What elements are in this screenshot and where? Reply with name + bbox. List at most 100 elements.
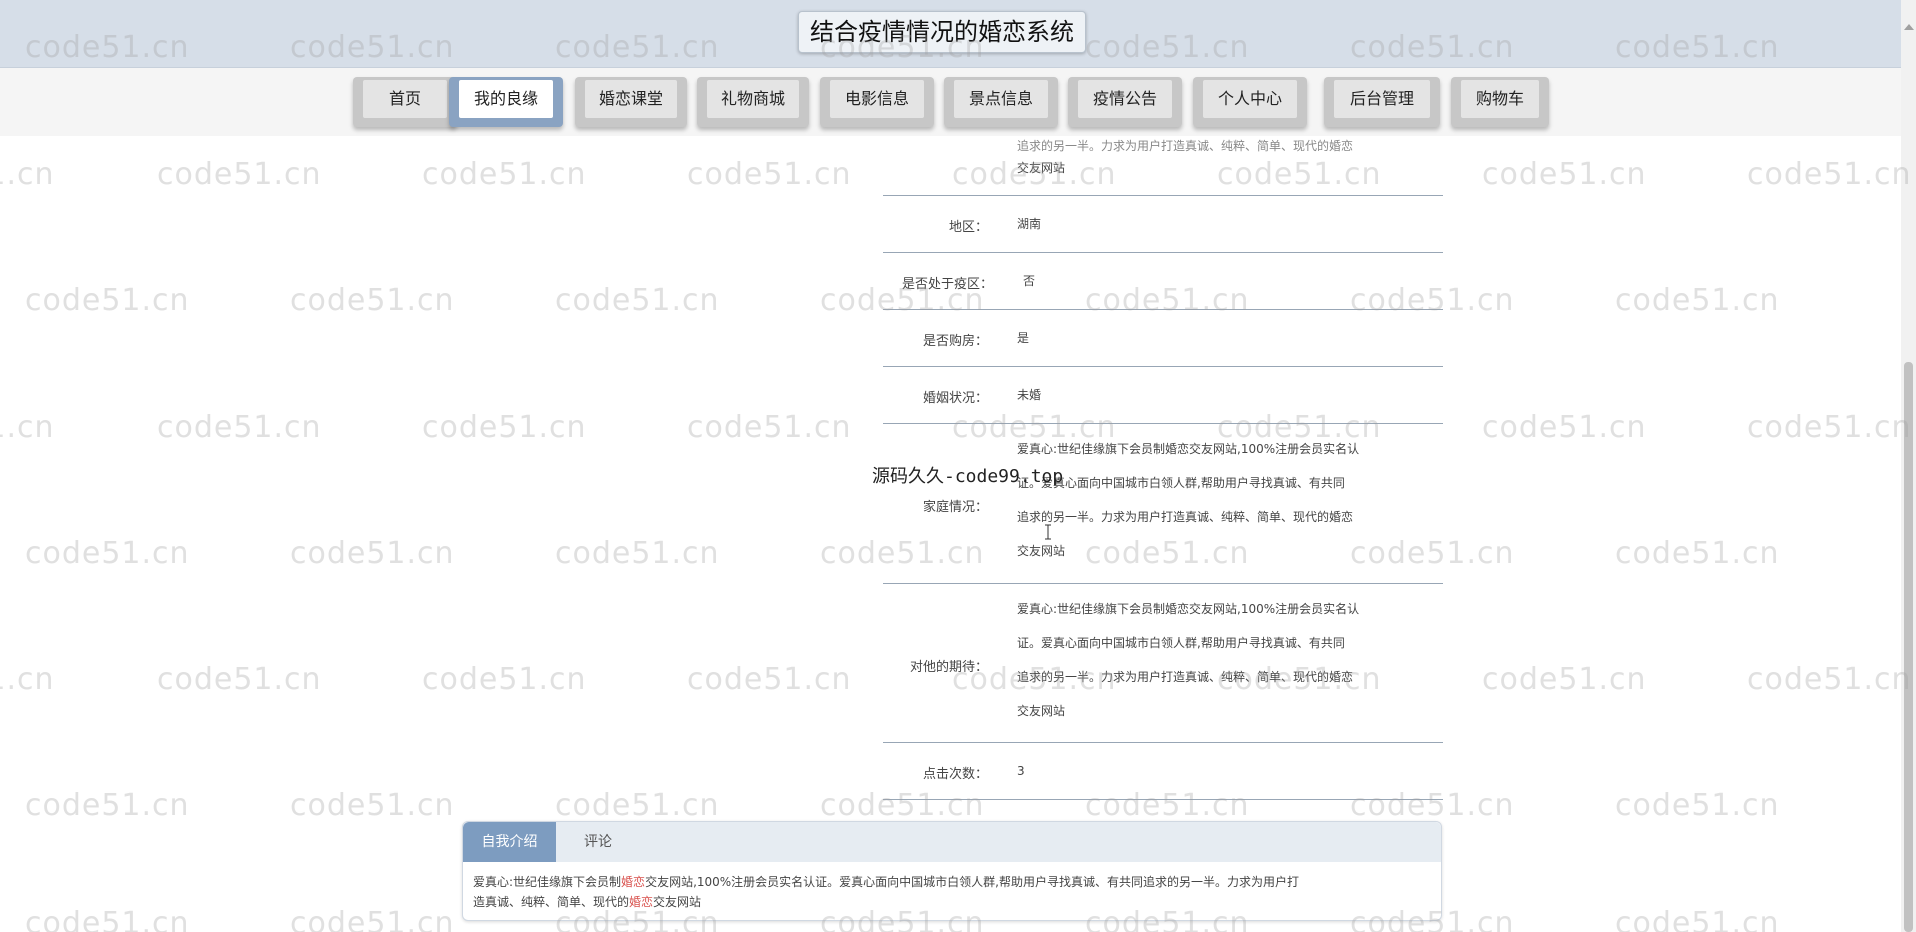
code51-watermark: code51.cn — [422, 157, 587, 192]
code51-watermark: code51.cn — [1615, 536, 1780, 571]
detail-row-marital: 婚姻状况： 未婚 — [883, 367, 1443, 424]
row-value-fragment-tail: 交友网站 — [1017, 161, 1066, 175]
detail-row-expectation: 对他的期待： 爱真心:世纪佳缘旗下会员制婚恋交友网站,100%注册会员实名认 证… — [883, 584, 1443, 743]
row-value-line: 爱真心:世纪佳缘旗下会员制婚恋交友网站,100%注册会员实名认 — [1017, 442, 1360, 456]
code51-watermark: code51.cn — [290, 283, 455, 318]
code51-watermark: code51.cn — [290, 536, 455, 571]
nav-item-epidemic-notice[interactable]: 疫情公告 — [1068, 77, 1182, 127]
code51-watermark: code51.cn — [157, 157, 322, 192]
detail-row-fragment: 追求的另一半。力求为用户打造真诚、纯粹、简单、现代的婚恋 交友网站 — [883, 136, 1443, 196]
code51-watermark: code51.cn — [157, 662, 322, 697]
text-cursor-icon — [1045, 524, 1051, 540]
code51-watermark: code51.cn — [25, 788, 190, 823]
row-value-line: 追求的另一半。力求为用户打造真诚、纯粹、简单、现代的婚恋 — [1017, 510, 1354, 524]
row-value-line: 追求的另一半。力求为用户打造真诚、纯粹、简单、现代的婚恋 — [1017, 670, 1354, 684]
nav-item-label: 景点信息 — [954, 80, 1048, 118]
site-title: 结合疫情情况的婚恋系统 — [798, 11, 1086, 53]
code51-watermark: code51.cn — [555, 283, 720, 318]
row-value-line: 交友网站 — [1017, 704, 1066, 718]
nav-item-movies[interactable]: 电影信息 — [820, 77, 934, 127]
code51-watermark: code51.cn — [25, 283, 190, 318]
row-value-line: 交友网站 — [1017, 544, 1066, 558]
row-value: 是 — [1017, 331, 1030, 345]
row-label: 点击次数： — [922, 767, 988, 782]
row-value: 湖南 — [1017, 217, 1042, 231]
nav-item-label: 礼物商城 — [707, 80, 799, 118]
code51-watermark: code51.cn — [422, 662, 587, 697]
row-label: 地区： — [948, 220, 988, 235]
tab-self-intro[interactable]: 自我介绍 — [463, 822, 556, 862]
nav-item-label: 个人中心 — [1203, 80, 1297, 118]
code51-watermark: code51.cn — [0, 662, 55, 697]
nav-item-label: 购物车 — [1461, 80, 1539, 118]
code51-watermark: code51.cn — [687, 410, 852, 445]
row-label: 是否购房： — [922, 334, 988, 349]
code51-watermark: code51.cn — [687, 662, 852, 697]
nav-item-label: 婚恋课堂 — [585, 80, 677, 118]
nav-item-admin[interactable]: 后台管理 — [1324, 77, 1440, 127]
code51-watermark: code51.cn — [1482, 157, 1647, 192]
row-value-multiline: 爱真心:世纪佳缘旗下会员制婚恋交友网站,100%注册会员实名认 证。爱真心面向中… — [1017, 592, 1417, 728]
detail-row-house: 是否购房： 是 — [883, 310, 1443, 367]
code51-watermark: code51.cn — [555, 788, 720, 823]
code51-watermark: code51.cn — [1615, 283, 1780, 318]
code51-watermark: code51.cn — [1747, 410, 1912, 445]
intro-text: 交友网站,100%注册会员实名认证。爱真心面向中国城市白领人群,帮助用户寻找真诚… — [645, 875, 1300, 889]
code51-watermark: code51.cn — [1747, 662, 1912, 697]
row-value-line: 爱真心:世纪佳缘旗下会员制婚恋交友网站,100%注册会员实名认 — [1017, 602, 1360, 616]
row-value-fragment: 追求的另一半。力求为用户打造真诚、纯粹、简单、现代的婚恋 — [1017, 139, 1354, 152]
nav-item-cart[interactable]: 购物车 — [1451, 77, 1549, 127]
code51-watermark: code51.cn — [25, 536, 190, 571]
intro-text: 爱真心:世纪佳缘旗下会员制 — [473, 875, 622, 889]
detail-row-epidemic-zone: 是否处于疫区： 否 — [883, 253, 1443, 310]
nav-item-gift-shop[interactable]: 礼物商城 — [697, 77, 809, 127]
detail-row-region: 地区： 湖南 — [883, 196, 1443, 253]
row-value-line: 证。爱真心面向中国城市白领人群,帮助用户寻找真诚、有共同 — [1017, 636, 1345, 650]
tab-comments[interactable]: 评论 — [558, 822, 638, 862]
scroll-up-arrow-icon[interactable] — [1904, 24, 1914, 30]
nav-item-label: 电影信息 — [830, 80, 924, 118]
row-value: 否 — [1023, 274, 1036, 288]
tab-bar: 自我介绍 评论 — [463, 822, 1441, 862]
code51-watermark: code51.cn — [687, 157, 852, 192]
code51-watermark: code51.cn — [422, 410, 587, 445]
intro-highlight: 婚恋 — [621, 875, 646, 889]
page-root: 结合疫情情况的婚恋系统 首页 我的良缘 婚恋课堂 礼物商城 电影信息 景点信息 … — [0, 0, 1916, 932]
intro-tab-panel: 自我介绍 评论 爱真心:世纪佳缘旗下会员制婚恋交友网站,100%注册会员实名认证… — [462, 821, 1442, 921]
site-header: 结合疫情情况的婚恋系统 — [0, 0, 1916, 68]
row-label: 是否处于疫区： — [901, 277, 993, 292]
row-value: 未婚 — [1017, 388, 1042, 402]
row-value-line: 证。爱真心面向中国城市白领人群,帮助用户寻找真诚、有共同 — [1017, 476, 1345, 490]
intro-text: 交友网站 — [653, 895, 702, 909]
code51-watermark: code51.cn — [1615, 788, 1780, 823]
nav-item-label: 我的良缘 — [459, 80, 553, 118]
code51-watermark: code51.cn — [1615, 906, 1780, 932]
scrollbar-thumb[interactable] — [1904, 362, 1913, 932]
intro-highlight: 婚恋 — [629, 895, 654, 909]
source-watermark: 源码久久-code99.top — [872, 466, 1064, 487]
nav-item-attractions[interactable]: 景点信息 — [944, 77, 1058, 127]
code51-watermark: code51.cn — [1747, 157, 1912, 192]
nav-item-dating-class[interactable]: 婚恋课堂 — [575, 77, 687, 127]
intro-text: 造真诚、纯粹、简单、现代的 — [473, 895, 630, 909]
nav-item-personal-center[interactable]: 个人中心 — [1193, 77, 1307, 127]
row-label: 婚姻状况： — [922, 391, 988, 406]
row-label: 对他的期待： — [909, 660, 988, 675]
detail-row-family: 家庭情况： 爱真心:世纪佳缘旗下会员制婚恋交友网站,100%注册会员实名认 证。… — [883, 424, 1443, 584]
row-value-multiline: 爱真心:世纪佳缘旗下会员制婚恋交友网站,100%注册会员实名认 证。爱真心面向中… — [1017, 432, 1417, 568]
nav-item-label: 首页 — [363, 80, 447, 118]
row-label: 家庭情况： — [922, 500, 988, 515]
nav-item-home[interactable]: 首页 — [353, 77, 457, 127]
nav-item-label: 疫情公告 — [1078, 80, 1172, 118]
row-value: 3 — [1017, 764, 1025, 778]
code51-watermark: code51.cn — [0, 410, 55, 445]
code51-watermark: code51.cn — [157, 410, 322, 445]
tab-content-text: 爱真心:世纪佳缘旗下会员制婚恋交友网站,100%注册会员实名认证。爱真心面向中国… — [473, 872, 1433, 912]
nav-item-my-matches[interactable]: 我的良缘 — [449, 77, 563, 127]
code51-watermark: code51.cn — [1482, 410, 1647, 445]
code51-watermark: code51.cn — [555, 536, 720, 571]
nav-item-label: 后台管理 — [1334, 80, 1430, 118]
code51-watermark: code51.cn — [1482, 662, 1647, 697]
detail-row-views: 点击次数： 3 — [883, 743, 1443, 800]
code51-watermark: code51.cn — [290, 788, 455, 823]
